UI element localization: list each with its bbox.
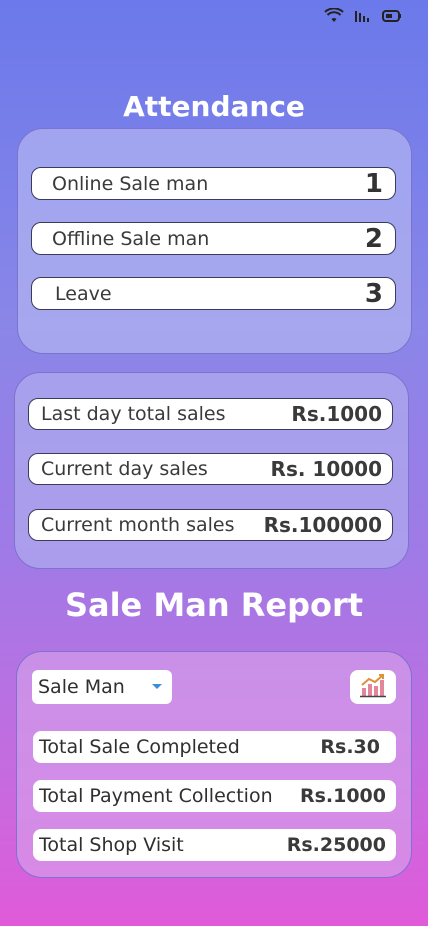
chart-button[interactable]: [350, 670, 396, 704]
report-label: Total Shop Visit: [39, 834, 184, 856]
sales-row-current-month[interactable]: Current month sales Rs.100000: [28, 509, 393, 541]
sales-value: Rs.100000: [263, 513, 382, 537]
attendance-label: Offline Sale man: [52, 227, 210, 250]
report-title: Sale Man Report: [64, 586, 364, 624]
report-row-payment-collection[interactable]: Total Payment Collection Rs.1000: [33, 780, 396, 812]
attendance-title: Attendance: [123, 90, 305, 123]
attendance-count: 2: [364, 223, 383, 254]
sales-label: Current day sales: [41, 458, 208, 480]
chevron-down-icon: [152, 684, 162, 689]
wifi-icon: [324, 8, 344, 24]
status-bar: [324, 8, 402, 24]
sales-label: Last day total sales: [41, 403, 226, 425]
report-label: Total Payment Collection: [39, 785, 273, 807]
report-value: Rs.1000: [299, 785, 386, 807]
salesman-dropdown[interactable]: Sale Man: [32, 670, 172, 704]
report-value: Rs.25000: [286, 834, 386, 856]
sales-value: Rs.1000: [291, 402, 382, 426]
battery-icon: [382, 9, 402, 23]
attendance-count: 3: [364, 278, 383, 309]
attendance-row-offline[interactable]: Offline Sale man 2: [31, 222, 396, 255]
signal-icon: [354, 8, 372, 24]
sales-label: Current month sales: [41, 514, 235, 536]
report-label: Total Sale Completed: [39, 736, 240, 758]
bar-chart-trend-icon: [358, 672, 388, 702]
attendance-label: Online Sale man: [52, 172, 209, 195]
salesman-dropdown-value: Sale Man: [38, 676, 125, 698]
sales-row-current-day[interactable]: Current day sales Rs. 10000: [28, 453, 393, 485]
attendance-row-online[interactable]: Online Sale man 1: [31, 167, 396, 200]
report-value: Rs.30: [320, 736, 380, 758]
report-row-shop-visit[interactable]: Total Shop Visit Rs.25000: [33, 829, 396, 861]
attendance-label: Leave: [55, 282, 112, 305]
attendance-count: 1: [364, 168, 383, 199]
sales-row-last-day[interactable]: Last day total sales Rs.1000: [28, 398, 393, 430]
sales-value: Rs. 10000: [270, 457, 382, 481]
attendance-row-leave[interactable]: Leave 3: [31, 277, 396, 310]
report-row-sale-completed[interactable]: Total Sale Completed Rs.30: [33, 731, 396, 763]
